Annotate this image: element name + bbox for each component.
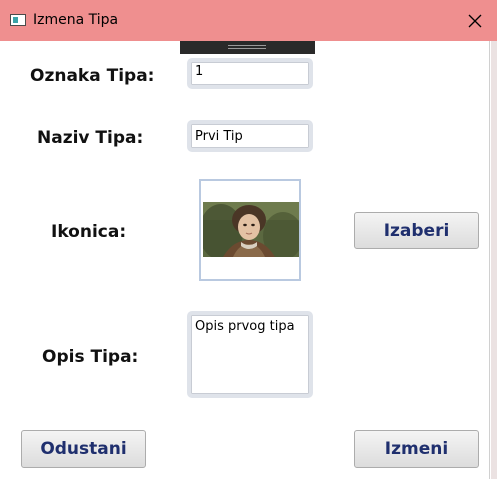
close-button[interactable] xyxy=(452,0,497,41)
naziv-tipa-input[interactable]: Prvi Tip xyxy=(187,120,313,152)
naziv-tipa-label: Naziv Tipa: xyxy=(37,128,144,148)
izmeni-button[interactable]: Izmeni xyxy=(354,430,479,468)
odustani-button[interactable]: Odustani xyxy=(21,430,146,468)
portrait-graphic xyxy=(203,202,299,257)
app-window-icon xyxy=(10,14,26,26)
oznaka-tipa-label: Oznaka Tipa: xyxy=(30,66,155,86)
window-title: Izmena Tipa xyxy=(33,12,119,28)
opis-tipa-textarea[interactable]: Opis prvog tipa xyxy=(187,311,313,398)
izaberi-button[interactable]: Izaberi xyxy=(354,212,479,249)
title-bar[interactable]: Izmena Tipa xyxy=(0,0,497,41)
close-icon xyxy=(468,14,481,27)
icon-image-frame[interactable] xyxy=(199,179,301,281)
oznaka-tipa-input[interactable]: 1 xyxy=(187,58,313,89)
window-right-edge xyxy=(489,41,497,479)
portrait-image xyxy=(203,202,299,257)
opis-tipa-label: Opis Tipa: xyxy=(42,347,139,367)
ikonica-label: Ikonica: xyxy=(51,222,127,242)
resize-grip[interactable] xyxy=(180,41,315,54)
